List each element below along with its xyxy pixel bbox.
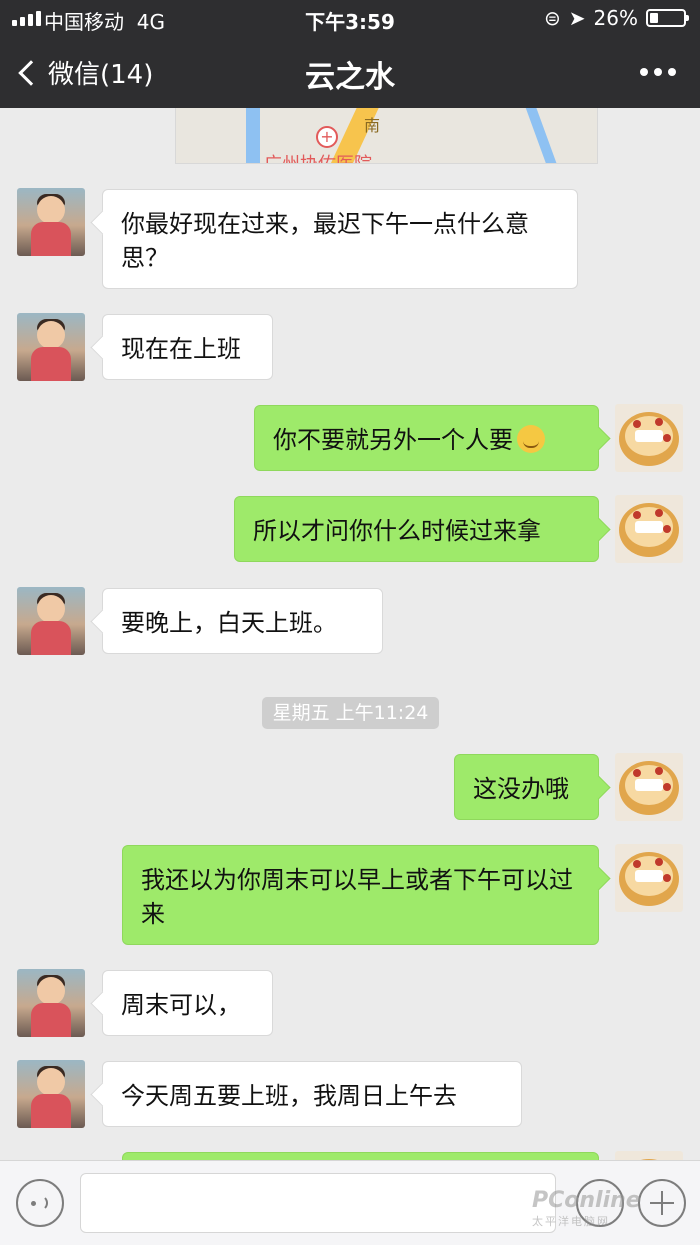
- timestamp-divider: 星期五 上午11:24: [262, 697, 439, 729]
- watermark-brand: PConline: [532, 1188, 641, 1213]
- message-bubble-sent[interactable]: 你不要就另外一个人要: [254, 405, 599, 471]
- add-attachment-button[interactable]: [638, 1179, 686, 1227]
- message-bubble-received[interactable]: 今天周五要上班，我周日上午去: [102, 1061, 522, 1127]
- message-bubble-received[interactable]: 你最好现在过来，最迟下午一点什么意思？: [102, 189, 578, 289]
- message-input[interactable]: [80, 1173, 556, 1233]
- status-bar: 中国移动 4G 下午3:59 ⊜ ➤ 26%: [0, 0, 700, 36]
- avatar-contact[interactable]: [17, 969, 85, 1037]
- battery-percent: 26%: [593, 6, 638, 30]
- map-place-label: 广州协佑医院: [264, 150, 372, 163]
- avatar-contact[interactable]: [17, 1060, 85, 1128]
- message-bubble-sent[interactable]: 这没办哦: [454, 754, 599, 820]
- watermark-sub: 太平洋电脑网: [532, 1215, 610, 1228]
- message-bubble-sent[interactable]: 所以才问你什么时候过来拿: [234, 496, 599, 562]
- nav-bar: 微信(14) 云之水: [0, 36, 700, 108]
- message-bubble-received[interactable]: 现在在上班: [102, 314, 273, 380]
- location-map-card[interactable]: 南 + 广州协佑医院: [175, 108, 598, 164]
- avatar-contact[interactable]: [17, 313, 85, 381]
- message-bubble-received[interactable]: 要晚上，白天上班。: [102, 588, 383, 654]
- hospital-icon: +: [316, 126, 338, 148]
- chat-title: 云之水: [305, 60, 395, 95]
- location-icon: ➤: [568, 6, 586, 30]
- smirk-emoji-icon: [517, 425, 545, 453]
- map-street-label: 南: [364, 116, 381, 135]
- avatar-contact[interactable]: [17, 587, 85, 655]
- top-bar: 中国移动 4G 下午3:59 ⊜ ➤ 26% 微信(14) 云之水: [0, 0, 700, 108]
- more-button[interactable]: [640, 68, 676, 76]
- avatar-self[interactable]: [615, 404, 683, 472]
- avatar-self[interactable]: [615, 495, 683, 563]
- avatar-contact[interactable]: [17, 188, 85, 256]
- avatar-self[interactable]: [615, 753, 683, 821]
- message-bubble-received[interactable]: 周末可以，: [102, 970, 273, 1036]
- battery-icon: [646, 9, 689, 27]
- message-bubble-sent[interactable]: 我还以为你周末可以早上或者下午可以过来: [122, 845, 599, 945]
- voice-input-button[interactable]: [16, 1179, 64, 1227]
- avatar-self[interactable]: [615, 844, 683, 912]
- watermark: PConline 太平洋电脑网: [532, 1188, 641, 1229]
- status-right: ⊜ ➤ 26%: [544, 6, 689, 30]
- rotation-lock-icon: ⊜: [544, 6, 561, 30]
